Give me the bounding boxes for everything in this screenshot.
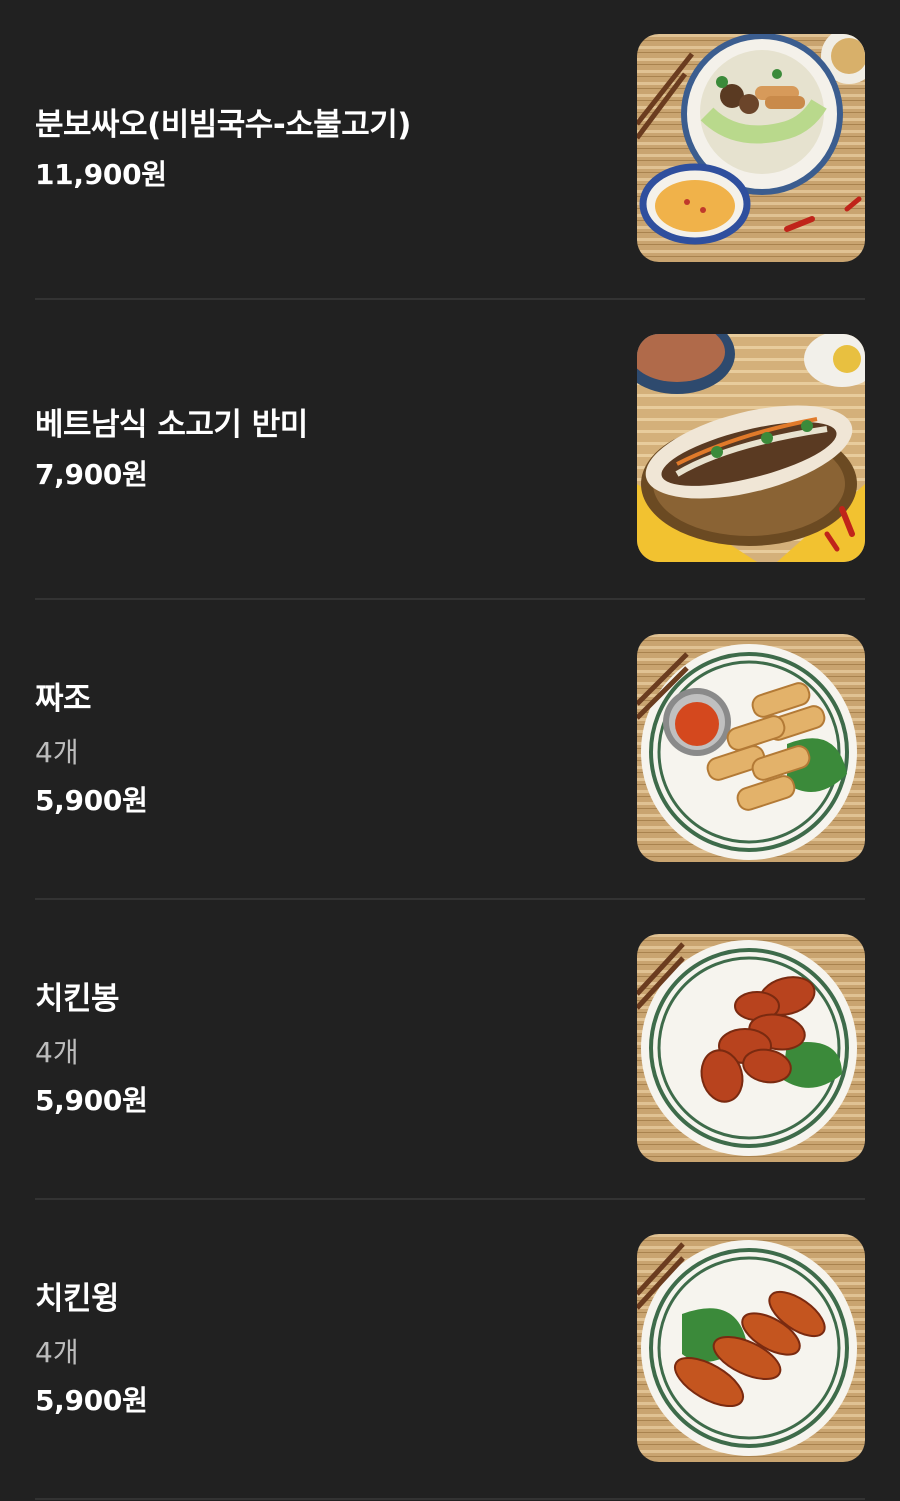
- menu-item-price: 5,900원: [35, 1084, 148, 1117]
- chicken-wings-photo: [637, 1234, 865, 1462]
- chicken-drumettes-photo: [637, 934, 865, 1162]
- menu-item-text: 치킨봉 4개 5,900원: [35, 900, 595, 1198]
- menu-item-price: 5,900원: [35, 784, 148, 817]
- menu-item-text: 치킨윙 4개 5,900원: [35, 1200, 595, 1498]
- menu-item-text: 베트남식 소고기 반미 7,900원: [35, 300, 595, 598]
- menu-item-price: 11,900원: [35, 158, 167, 191]
- noodle-bowl-photo: [637, 34, 865, 262]
- spring-rolls-photo: [637, 634, 865, 862]
- menu-item-name: 베트남식 소고기 반미: [35, 407, 308, 443]
- menu-item-chicken-wings[interactable]: 치킨윙 4개 5,900원: [35, 1200, 865, 1500]
- menu-item-text: 분보싸오(비빔국수-소불고기) 11,900원: [35, 0, 595, 298]
- menu-item-text: 짜조 4개 5,900원: [35, 600, 595, 898]
- menu-list: 분보싸오(비빔국수-소불고기) 11,900원 베트남식 소고기 반미 7,90…: [0, 0, 900, 1501]
- menu-item-chicken-drumettes[interactable]: 치킨봉 4개 5,900원: [35, 900, 865, 1200]
- menu-item-description: 4개: [35, 1336, 79, 1369]
- menu-item-name: 치킨윙: [35, 1281, 120, 1317]
- menu-item-description: 4개: [35, 736, 79, 769]
- menu-item-name: 치킨봉: [35, 981, 120, 1017]
- banh-mi-photo: [637, 334, 865, 562]
- menu-item-cha-gio[interactable]: 짜조 4개 5,900원: [35, 600, 865, 900]
- menu-item-bun-bo-xao[interactable]: 분보싸오(비빔국수-소불고기) 11,900원: [35, 0, 865, 300]
- menu-item-name: 짜조: [35, 681, 92, 717]
- menu-item-name: 분보싸오(비빔국수-소불고기): [35, 107, 411, 143]
- menu-item-description: 4개: [35, 1036, 79, 1069]
- menu-item-banh-mi[interactable]: 베트남식 소고기 반미 7,900원: [35, 300, 865, 600]
- menu-item-price: 5,900원: [35, 1384, 148, 1417]
- menu-item-price: 7,900원: [35, 458, 148, 491]
